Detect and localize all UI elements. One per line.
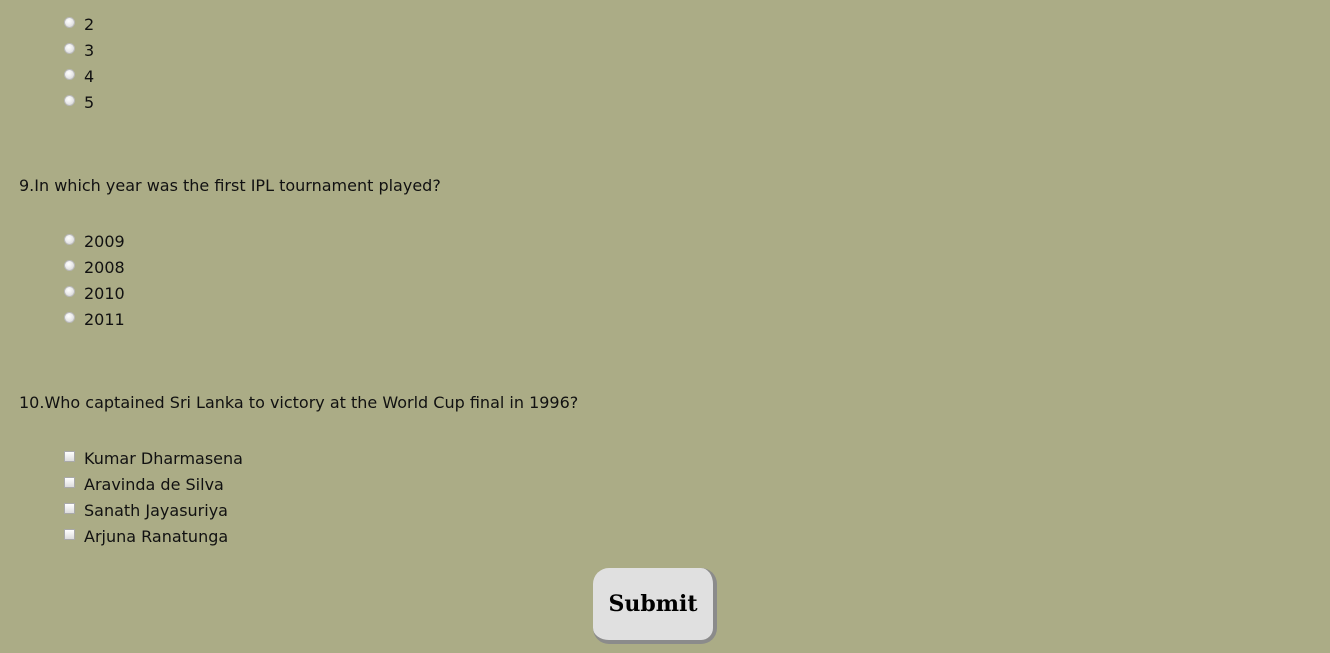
radio-button[interactable] — [64, 42, 75, 54]
question-9-text: 9.In which year was the first IPL tourna… — [19, 176, 441, 195]
q9-option-2[interactable]: 2008 — [64, 258, 125, 278]
q8-option-1[interactable]: 2 — [64, 15, 94, 35]
q8-option-4[interactable]: 5 — [64, 93, 94, 113]
radio-button[interactable] — [64, 68, 75, 80]
option-label: 4 — [84, 67, 95, 86]
option-label: Sanath Jayasuriya — [84, 501, 228, 520]
option-label: 2009 — [84, 232, 125, 251]
option-label: 5 — [84, 93, 95, 112]
radio-button[interactable] — [64, 311, 75, 323]
radio-button[interactable] — [64, 94, 75, 106]
option-label: 3 — [84, 41, 95, 60]
checkbox[interactable] — [64, 476, 75, 488]
option-label: Kumar Dharmasena — [84, 449, 243, 468]
option-label: 2 — [84, 15, 95, 34]
checkbox[interactable] — [64, 502, 75, 514]
q8-option-2[interactable]: 3 — [64, 41, 94, 61]
checkbox[interactable] — [64, 528, 75, 540]
submit-button[interactable]: Submit — [593, 568, 717, 644]
checkbox[interactable] — [64, 450, 75, 462]
radio-button[interactable] — [64, 233, 75, 245]
q10-option-4[interactable]: Arjuna Ranatunga — [64, 527, 228, 547]
option-label: 2008 — [84, 258, 125, 277]
question-10-text: 10.Who captained Sri Lanka to victory at… — [19, 393, 579, 412]
radio-button[interactable] — [64, 16, 75, 28]
radio-button[interactable] — [64, 259, 75, 271]
q8-option-3[interactable]: 4 — [64, 67, 94, 87]
option-label: Aravinda de Silva — [84, 475, 224, 494]
option-label: 2010 — [84, 284, 125, 303]
q10-option-2[interactable]: Aravinda de Silva — [64, 475, 224, 495]
q10-option-3[interactable]: Sanath Jayasuriya — [64, 501, 228, 521]
option-label: 2011 — [84, 310, 125, 329]
option-label: Arjuna Ranatunga — [84, 527, 229, 546]
q9-option-3[interactable]: 2010 — [64, 284, 125, 304]
q9-option-4[interactable]: 2011 — [64, 310, 125, 330]
q10-option-1[interactable]: Kumar Dharmasena — [64, 449, 243, 469]
q9-option-1[interactable]: 2009 — [64, 232, 125, 252]
radio-button[interactable] — [64, 285, 75, 297]
